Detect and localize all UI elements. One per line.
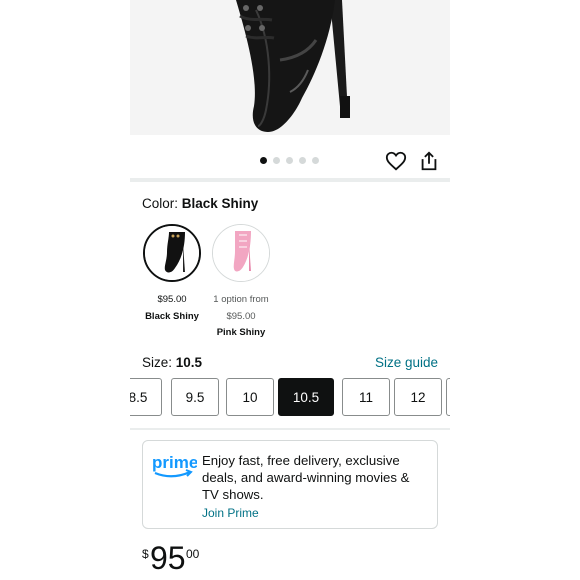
color-label: Color: Black Shiny: [142, 196, 258, 211]
pager-dot[interactable]: [273, 157, 280, 164]
section-divider: [130, 178, 450, 182]
size-option-11[interactable]: 11: [342, 378, 390, 416]
selected-color: Black Shiny: [181, 196, 259, 211]
pager-dot[interactable]: [260, 157, 267, 164]
prime-message: Enjoy fast, free delivery, exclusive dea…: [202, 453, 410, 502]
pager-dot[interactable]: [312, 157, 319, 164]
price-whole: 95: [150, 540, 186, 576]
section-divider: [130, 428, 450, 430]
share-icon[interactable]: [418, 150, 440, 172]
size-option-8-5[interactable]: 8.5: [130, 378, 162, 416]
color-label-prefix: Color:: [142, 196, 182, 211]
pager-dot[interactable]: [286, 157, 293, 164]
product-detail-panel: Color: Black Shiny $95.00 Black Shiny 1 …: [130, 0, 450, 580]
pager-dot[interactable]: [299, 157, 306, 164]
size-option-12[interactable]: 12: [394, 378, 442, 416]
size-option-partial[interactable]: [446, 378, 450, 416]
product-image[interactable]: [130, 0, 450, 135]
size-label-prefix: Size:: [142, 355, 176, 370]
pink-option-name: Pink Shiny: [216, 327, 266, 338]
size-label: Size: 10.5: [142, 355, 202, 370]
pink-boot-thumbnail: [213, 225, 269, 281]
prime-logo-text: prime: [152, 453, 197, 472]
swatch-black-shiny[interactable]: [143, 224, 201, 282]
boot-illustration: [236, 0, 350, 132]
size-option-10[interactable]: 10: [226, 378, 274, 416]
swatch-pink-shiny[interactable]: [212, 224, 270, 282]
prime-logo: prime: [152, 453, 198, 479]
black-boot-thumbnail: [145, 226, 199, 280]
heart-icon[interactable]: [385, 150, 407, 172]
size-guide-link[interactable]: Size guide: [375, 355, 438, 370]
join-prime-link[interactable]: Join Prime: [202, 506, 259, 520]
size-option-10-5[interactable]: 10.5: [278, 378, 334, 416]
pink-option-note: 1 option from: [213, 294, 269, 305]
prime-promo-card[interactable]: prime Enjoy fast, free delivery, exclusi…: [142, 440, 438, 529]
price-symbol: $: [142, 547, 149, 561]
selected-size: 10.5: [175, 355, 203, 370]
size-option-9-5[interactable]: 9.5: [171, 378, 219, 416]
pink-option-price: $95.00: [226, 311, 256, 322]
price-fraction: 00: [186, 547, 200, 561]
